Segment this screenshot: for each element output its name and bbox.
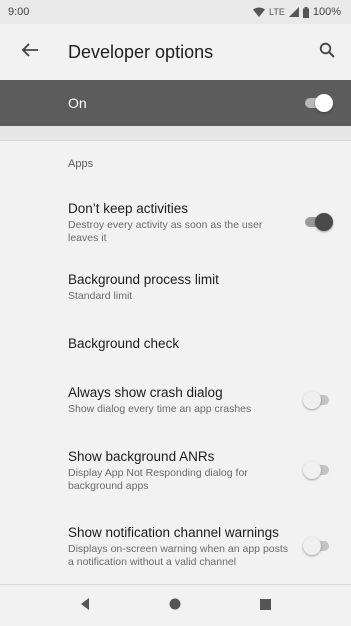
setting-title: Background check [68, 335, 180, 351]
setting-title: Background process limit [68, 272, 219, 287]
master-switch-bar[interactable]: On [0, 80, 351, 126]
setting-summary: Standard limit [68, 290, 133, 302]
status-bar: 9:00 LTE 100% [0, 0, 351, 24]
arrow-back-icon [21, 42, 39, 63]
setting-summary: Destroy every activity as soon as the us… [68, 218, 263, 244]
dont-keep-activities-toggle[interactable] [303, 213, 333, 231]
background-anrs-toggle[interactable] [303, 461, 333, 479]
category-header-apps: Apps [68, 158, 94, 170]
setting-dont-keep-activities[interactable]: Don’t keep activities Destroy every acti… [0, 188, 351, 256]
setting-background-check[interactable]: Background check [0, 318, 351, 368]
settings-list: Apps Don’t keep activities Destroy every… [0, 140, 351, 584]
battery-icon [302, 6, 309, 18]
crash-dialog-toggle[interactable] [303, 391, 333, 409]
master-switch-label: On [68, 95, 87, 111]
back-button[interactable] [0, 24, 60, 80]
section-divider [0, 126, 351, 141]
navigation-bar [0, 584, 351, 626]
nav-recents-icon [260, 597, 272, 615]
nav-recents-button[interactable] [246, 586, 286, 626]
toggle-thumb [303, 391, 321, 409]
setting-background-process-limit[interactable]: Background process limit Standard limit [0, 256, 351, 318]
toggle-thumb [303, 461, 321, 479]
search-button[interactable] [303, 24, 351, 80]
status-time: 9:00 [8, 6, 30, 18]
setting-title: Always show crash dialog [68, 385, 223, 400]
setting-title: Don’t keep activities [68, 200, 189, 216]
search-icon [319, 42, 335, 63]
setting-summary: Show dialog every time an app crashes [68, 403, 252, 415]
setting-title: Show notification channel warnings [68, 524, 279, 540]
nav-back-icon [79, 597, 91, 615]
setting-show-background-anrs[interactable]: Show background ANRs Display App Not Res… [0, 432, 351, 508]
signal-icon [288, 7, 299, 17]
toggle-thumb [303, 537, 321, 555]
setting-always-show-crash-dialog[interactable]: Always show crash dialog Show dialog eve… [0, 368, 351, 432]
wifi-icon [253, 7, 266, 17]
setting-notification-channel-warnings[interactable]: Show notification channel warnings Displ… [0, 508, 351, 584]
nav-back-button[interactable] [65, 586, 105, 626]
setting-summary: Display App Not Responding dialog for ba… [68, 466, 248, 492]
app-bar: Developer options [0, 24, 351, 80]
toggle-thumb [315, 213, 333, 231]
setting-summary: Displays on-screen warning when an app p… [68, 542, 289, 568]
notification-channel-warnings-toggle[interactable] [303, 537, 333, 555]
nav-home-icon [169, 597, 181, 615]
network-label: LTE [269, 7, 285, 17]
setting-title: Show background ANRs [68, 448, 215, 464]
status-icons: LTE 100% [253, 6, 341, 18]
page-title: Developer options [68, 41, 214, 62]
master-toggle[interactable] [303, 94, 333, 112]
battery-percent: 100% [312, 6, 341, 18]
toggle-thumb [315, 94, 333, 112]
nav-home-button[interactable] [155, 586, 195, 626]
